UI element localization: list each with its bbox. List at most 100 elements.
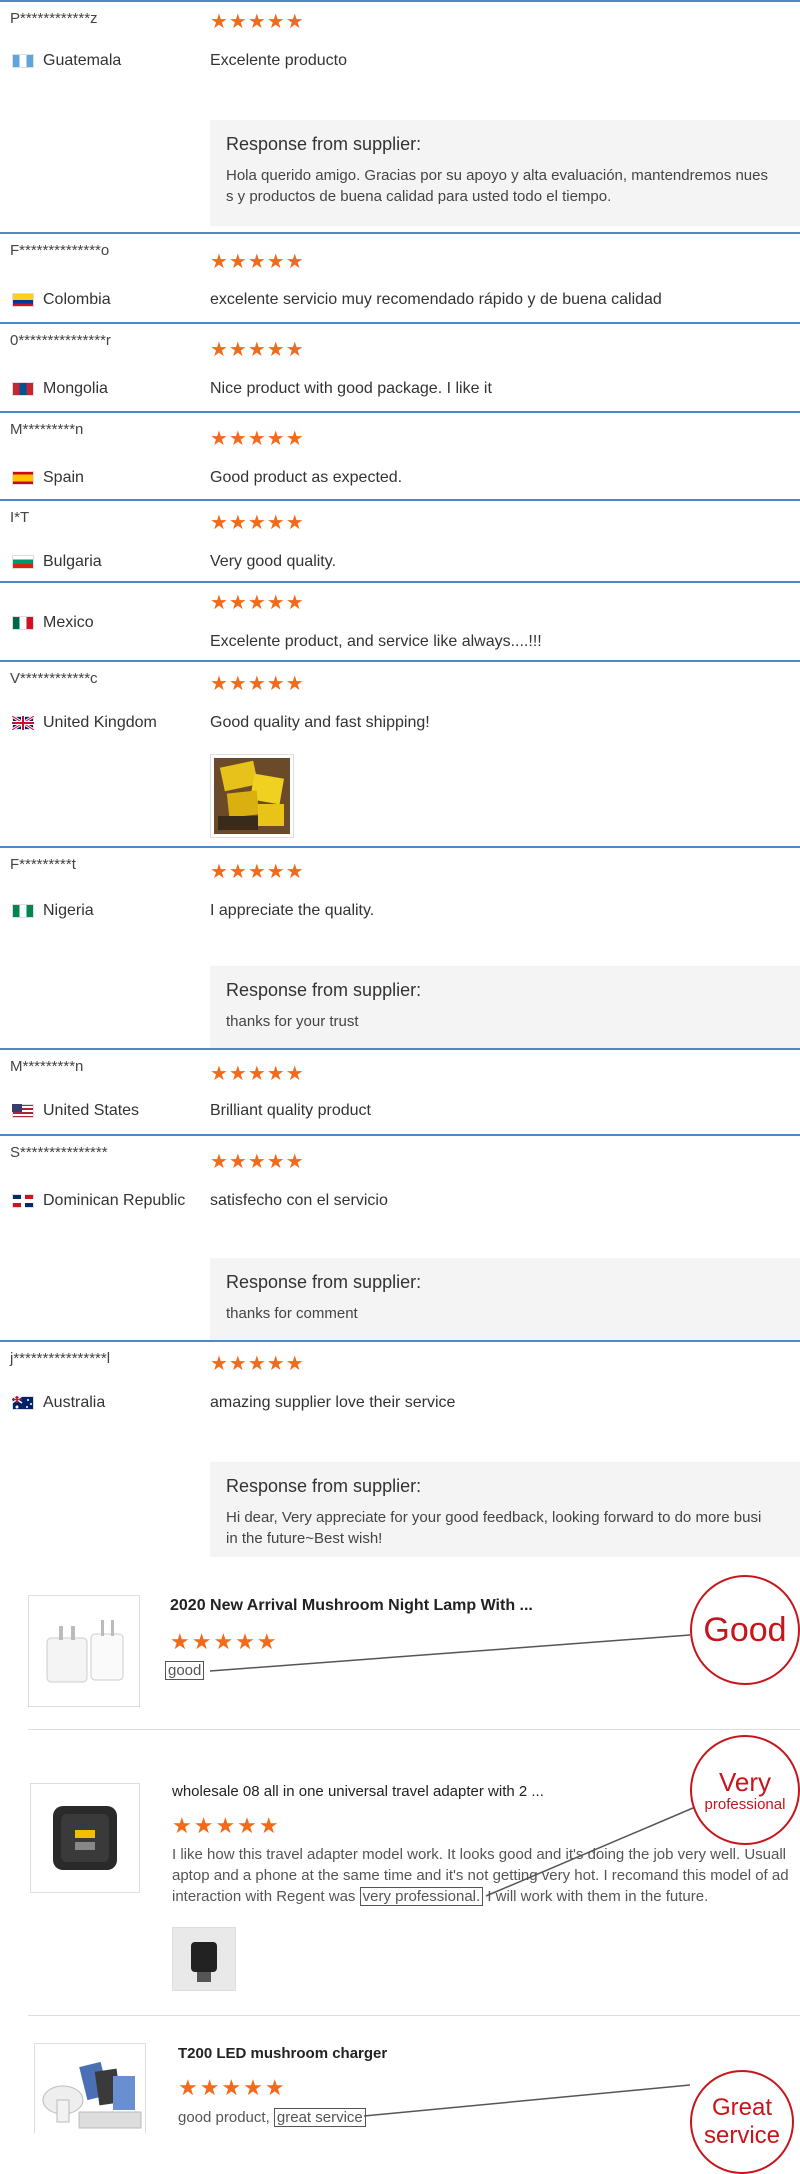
response-title: Response from supplier: — [226, 134, 422, 154]
divider — [28, 2015, 800, 2016]
reviewer-country: United States — [12, 1102, 139, 1120]
very-professional-badge: Very professional — [690, 1735, 800, 1845]
review-item: I*T ★★★★★ Bulgaria Very good quality. — [0, 499, 800, 581]
reviewer-country: Mexico — [12, 614, 94, 632]
star-rating: ★★★★★ — [210, 861, 305, 883]
review-photo-image — [214, 758, 290, 834]
response-title: Response from supplier: — [226, 980, 422, 1000]
response-text: Hi dear, Very appreciate for your good f… — [226, 1509, 762, 1547]
review-item: j****************l ★★★★★ Australia amazi… — [0, 1340, 800, 1557]
reviewer-name: j****************l — [10, 1350, 111, 1367]
review-text: excelente servicio muy recomendado rápid… — [210, 291, 662, 308]
product-review-text: good — [165, 1660, 205, 1681]
divider — [28, 1729, 800, 1730]
product-review-text: good product, great service — [178, 2107, 366, 2128]
star-rating: ★★★★★ — [210, 339, 305, 361]
supplier-response: Response from supplier: Hola querido ami… — [210, 120, 800, 226]
dominican-republic-flag-icon — [12, 1194, 34, 1208]
review-item: ★★★★★ Mexico Excelente product, and serv… — [0, 581, 800, 660]
review-text: Excelente product, and service like alwa… — [210, 633, 542, 650]
reviewer-name: 0***************r — [10, 332, 111, 349]
reviewer-name: I*T — [10, 509, 30, 526]
reviewer-name: M*********n — [10, 1058, 84, 1075]
star-rating: ★★★★★ — [210, 428, 305, 450]
review-photo-image — [173, 1928, 235, 1990]
reviewer-country: Dominican Republic — [12, 1192, 185, 1210]
spain-flag-icon — [12, 471, 34, 485]
review-text: Brilliant quality product — [210, 1102, 371, 1119]
product-title[interactable]: 2020 New Arrival Mushroom Night Lamp Wit… — [170, 1597, 533, 1615]
reviewer-name: M*********n — [10, 421, 84, 438]
response-title: Response from supplier: — [226, 1272, 422, 1292]
star-rating: ★★★★★ — [210, 11, 305, 33]
reviewer-name: S*************** — [10, 1144, 108, 1161]
response-text: thanks for your trust — [226, 1013, 359, 1030]
review-text: Good product as expected. — [210, 469, 403, 486]
star-rating: ★★★★★ — [210, 1151, 305, 1173]
review-item: M*********n ★★★★★ Spain Good product as … — [0, 411, 800, 499]
reviewer-name: F*********t — [10, 856, 76, 873]
product-image[interactable] — [34, 2043, 146, 2133]
star-rating: ★★★★★ — [210, 592, 305, 614]
reviewer-country: Nigeria — [12, 902, 94, 920]
response-text: Hola querido amigo. Gracias por su apoyo… — [226, 167, 768, 205]
reviewer-country: Spain — [12, 469, 84, 487]
charger-image — [46, 1620, 124, 1683]
review-text: I appreciate the quality. — [210, 902, 375, 919]
reviewer-country: United Kingdom — [12, 714, 157, 732]
product-image[interactable] — [30, 1783, 140, 1893]
good-badge: Good — [690, 1575, 800, 1685]
mongolia-flag-icon — [12, 382, 34, 396]
star-rating: ★★★★★ — [210, 251, 305, 273]
supplier-response: Response from supplier: thanks for your … — [210, 966, 800, 1048]
reviewer-country: Colombia — [12, 291, 111, 309]
review-item: M*********n ★★★★★ United States Brillian… — [0, 1048, 800, 1134]
star-rating: ★★★★★ — [210, 673, 305, 695]
response-text: thanks for comment — [226, 1305, 358, 1322]
product-title[interactable]: T200 LED mushroom charger — [178, 2045, 387, 2062]
product-review-text: I like how this travel adapter model wor… — [172, 1846, 789, 1906]
highlight-box: great service — [273, 2108, 366, 2127]
colombia-flag-icon — [12, 293, 34, 307]
review-text: Good quality and fast shipping! — [210, 714, 430, 731]
review-text: Excelente producto — [210, 52, 347, 69]
highlight-box: very professional. — [359, 1887, 484, 1906]
supplier-response: Response from supplier: Hi dear, Very ap… — [210, 1462, 800, 1557]
review-item: 0***************r ★★★★★ Mongolia Nice pr… — [0, 322, 800, 411]
australia-flag-icon — [12, 1396, 34, 1410]
star-rating: ★★★★★ — [210, 1353, 305, 1375]
reviewer-country: Bulgaria — [12, 553, 102, 571]
product-rating: ★★★★★ — [170, 1629, 279, 1654]
great-service-badge: Great service — [690, 2070, 794, 2174]
product-reviews-panel: 2020 New Arrival Mushroom Night Lamp Wit… — [0, 1555, 800, 2174]
review-text: Very good quality. — [210, 553, 337, 570]
review-item: V************c ★★★★★ United Kingdom Good… — [0, 660, 800, 846]
product-rating: ★★★★★ — [172, 1813, 281, 1838]
review-photo[interactable] — [172, 1927, 236, 1991]
bulgaria-flag-icon — [12, 555, 34, 569]
review-text: Nice product with good package. I like i… — [210, 380, 492, 397]
review-photo[interactable] — [210, 754, 294, 838]
travel-adapter-image — [53, 1806, 117, 1870]
review-item: F*********t ★★★★★ Nigeria I appreciate t… — [0, 846, 800, 1048]
reviewer-name: P************z — [10, 10, 98, 27]
nigeria-flag-icon — [12, 904, 34, 918]
product-image[interactable] — [28, 1595, 140, 1707]
reviewer-name: F**************o — [10, 242, 110, 259]
review-text: satisfecho con el servicio — [210, 1192, 388, 1209]
guatemala-flag-icon — [12, 54, 34, 68]
product-title[interactable]: wholesale 08 all in one universal travel… — [172, 1783, 544, 1800]
star-rating: ★★★★★ — [210, 1063, 305, 1085]
reviewer-name: V************c — [10, 670, 98, 687]
reviewer-country: Australia — [12, 1394, 105, 1412]
uk-flag-icon — [12, 716, 34, 730]
review-item: F**************o ★★★★★ Colombia excelent… — [0, 232, 800, 322]
review-item: P************z ★★★★★ Guatemala Excelente… — [0, 0, 800, 232]
supplier-response: Response from supplier: thanks for comme… — [210, 1258, 800, 1340]
response-title: Response from supplier: — [226, 1476, 422, 1496]
reviewer-country: Mongolia — [12, 380, 108, 398]
reviewer-country: Guatemala — [12, 52, 121, 70]
us-flag-icon — [12, 1104, 34, 1118]
star-rating: ★★★★★ — [210, 512, 305, 534]
mexico-flag-icon — [12, 616, 34, 630]
